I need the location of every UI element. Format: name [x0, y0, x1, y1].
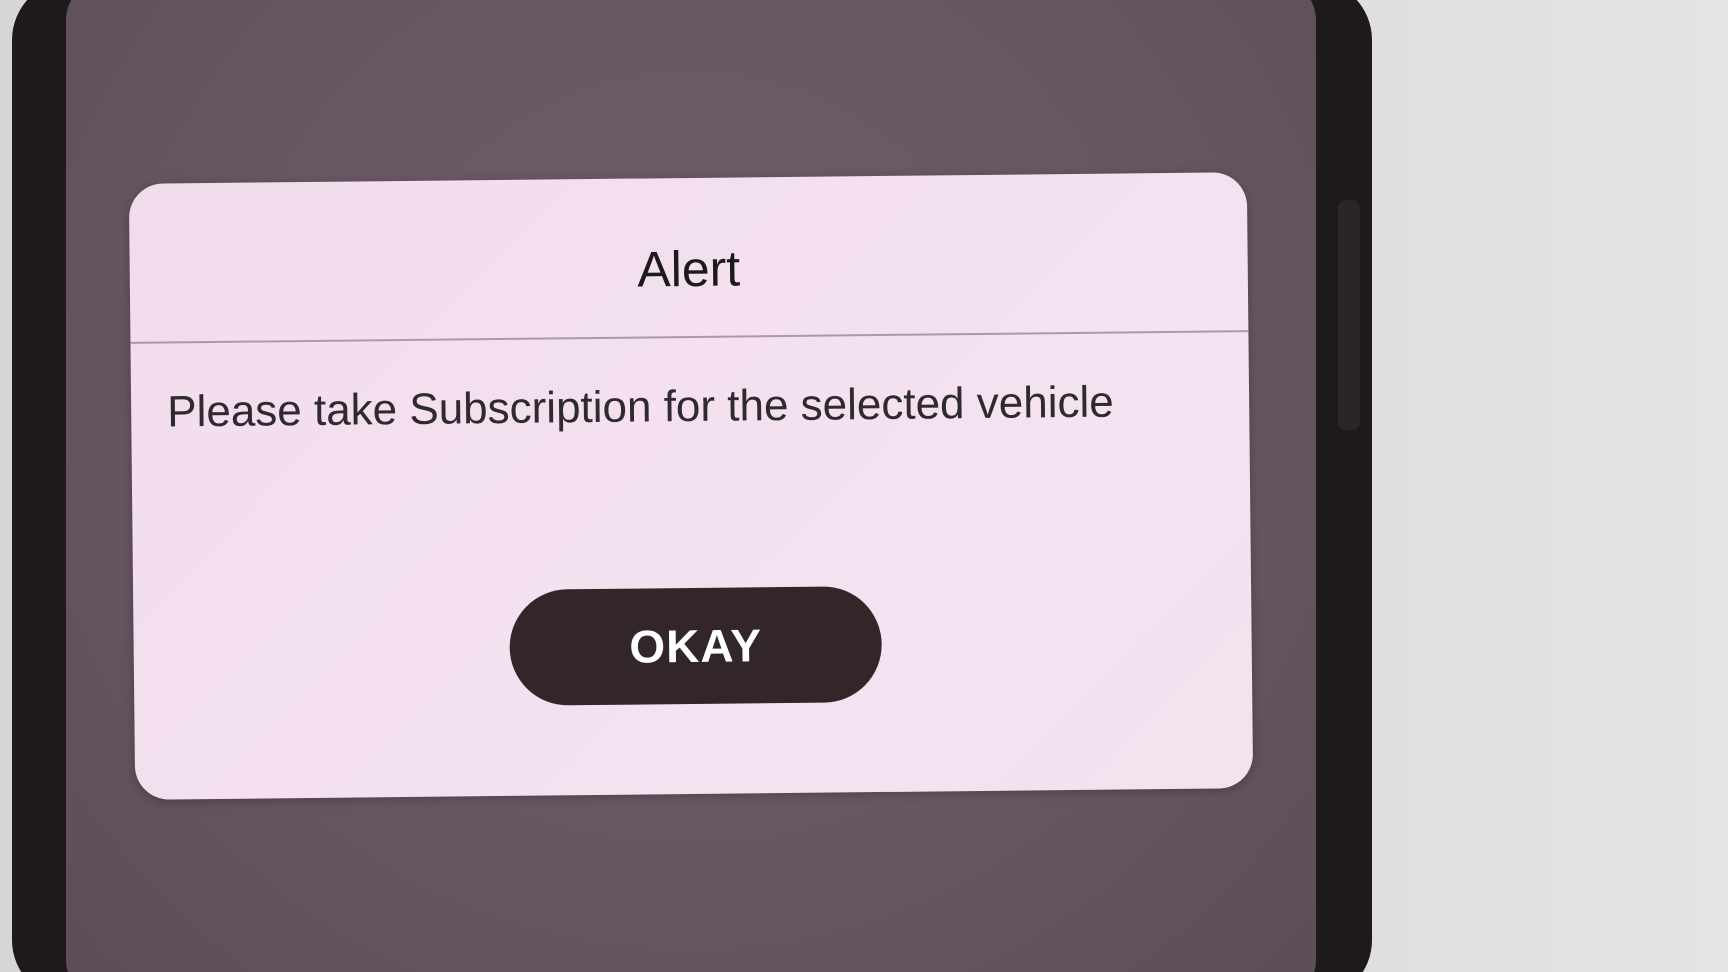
alert-dialog: Alert Please take Subscription for the s…	[128, 172, 1254, 800]
dialog-message: Please take Subscription for the selecte…	[166, 377, 1114, 437]
okay-button-label: OKAY	[629, 619, 763, 673]
dialog-title: Alert	[637, 240, 741, 298]
photo-scene: Alert Please take Subscription for the s…	[0, 0, 1728, 972]
dialog-divider	[130, 330, 1249, 344]
phone-side-button	[1338, 200, 1360, 430]
okay-button[interactable]: OKAY	[509, 586, 883, 706]
